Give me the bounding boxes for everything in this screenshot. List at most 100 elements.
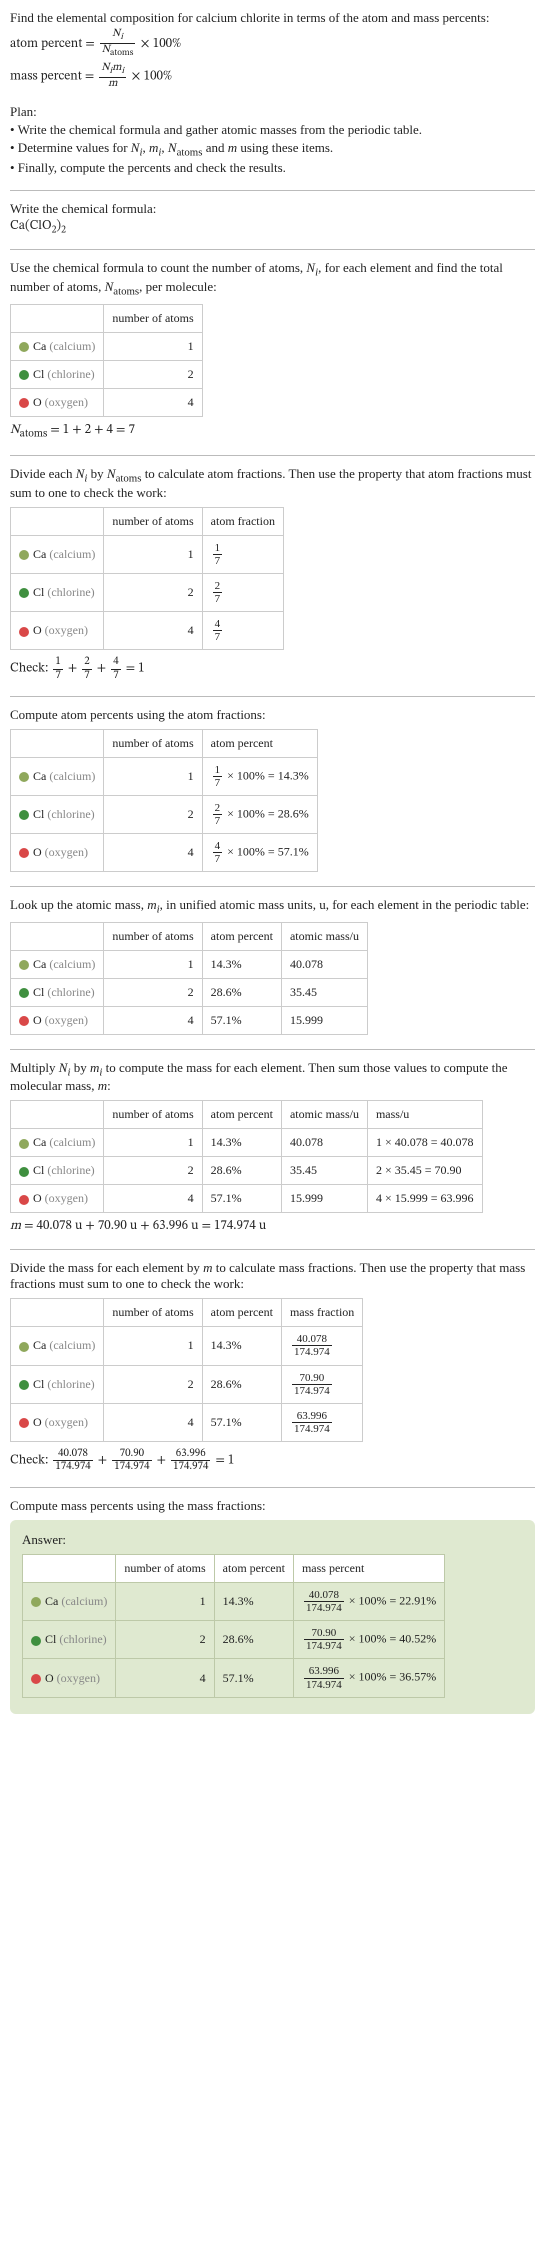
final-section: Compute mass percents using the mass fra… xyxy=(10,1498,535,1714)
el-symbol: Ca xyxy=(33,339,46,353)
cell-pct: 47 × 100% = 57.1% xyxy=(202,833,317,871)
table-row: Cl (chlorine) 2 28.6% 35.45 2 × 35.45 = … xyxy=(11,1157,483,1185)
atomic-mass-section: Look up the atomic mass, mi, in unified … xyxy=(10,897,535,1035)
divider xyxy=(10,886,535,887)
table-row: Cl (chlorine) 2 27 × 100% = 28.6% xyxy=(11,795,318,833)
cell-element: Cl (chlorine) xyxy=(23,1621,116,1659)
answer-table: number of atomsatom percentmass percent … xyxy=(22,1554,445,1698)
formula-heading: Write the chemical formula: xyxy=(10,201,535,217)
cell-count: 1 xyxy=(104,535,202,573)
el-name: (calcium) xyxy=(49,547,95,561)
table-header-row: number of atomsatom percentmass fraction xyxy=(11,1299,363,1327)
dot-icon xyxy=(19,370,29,380)
cell-count: 2 xyxy=(104,360,202,388)
th-num-atoms: number of atoms xyxy=(104,304,202,332)
table-row: O (oxygen) 4 57.1% 15.999 4 × 15.999 = 6… xyxy=(11,1185,483,1213)
count-section: Use the chemical formula to count the nu… xyxy=(10,260,535,441)
plan-b2-a: • Determine values for xyxy=(10,140,131,155)
cell-element: O (oxygen) xyxy=(23,1659,116,1697)
check-label: Check: xyxy=(10,663,48,676)
cell-element: Cl (chlorine) xyxy=(11,360,104,388)
frac-den: 7 xyxy=(213,555,223,567)
el-name: (chlorine) xyxy=(47,585,94,599)
plan-bullet-3: • Finally, compute the percents and chec… xyxy=(10,160,535,176)
table-row: O (oxygen) 4 xyxy=(11,388,203,416)
formula-section: Write the chemical formula: Ca(ClO2)2 xyxy=(10,201,535,235)
cell-mass-pct: 70.90174.974 × 100% = 40.52% xyxy=(293,1621,444,1659)
el-symbol: O xyxy=(33,623,42,637)
table-row: Cl (chlorine) 2 27 xyxy=(11,574,284,612)
intro-text: Find the elemental composition for calci… xyxy=(10,10,535,26)
cell-element: Ca (calcium) xyxy=(11,1327,104,1365)
cell-frac: 17 xyxy=(202,535,283,573)
plan-b2-b: using these items. xyxy=(237,140,333,155)
mass-calc-table: number of atomsatom percentatomic mass/u… xyxy=(10,1100,483,1213)
answer-label: Answer: xyxy=(22,1532,523,1548)
times-100-b: × 100% xyxy=(131,70,172,83)
cell-frac: 40.078174.974 xyxy=(281,1327,362,1365)
table-header-row: number of atomsatom percentatomic mass/u xyxy=(11,922,368,950)
dot-icon xyxy=(19,772,29,782)
intro-section: Find the elemental composition for calci… xyxy=(10,10,535,90)
atom-fraction-table: number of atoms atom fraction Ca (calciu… xyxy=(10,507,284,651)
atom-pct-text: Compute atom percents using the atom fra… xyxy=(10,707,535,723)
cell-element: Cl (chlorine) xyxy=(11,1365,104,1403)
cell-element: O (oxygen) xyxy=(11,1006,104,1034)
plan-bullet-2: • Determine values for Ni, mi, Natoms an… xyxy=(10,140,535,159)
cell-element: O (oxygen) xyxy=(11,612,104,650)
table-header-row: number of atomsatom percent xyxy=(11,729,318,757)
dot-icon xyxy=(31,1636,41,1646)
answer-block: Answer: number of atomsatom percentmass … xyxy=(10,1520,535,1714)
cell-element: Ca (calcium) xyxy=(11,950,104,978)
table-row: Ca (calcium) 1 17 × 100% = 14.3% xyxy=(11,757,318,795)
mass-percent-frac: Nimi m xyxy=(99,62,126,90)
atom-fraction-section: Divide each Ni by Natoms to calculate at… xyxy=(10,466,535,681)
table-header-row: number of atomsatom percentmass percent xyxy=(23,1555,445,1583)
count-c: , per molecule: xyxy=(139,279,217,294)
th-blank xyxy=(11,304,104,332)
cell-frac: 47 xyxy=(202,612,283,650)
cell-frac: 63.996174.974 xyxy=(281,1403,362,1441)
cell-count: 4 xyxy=(104,833,202,871)
dot-icon xyxy=(19,1195,29,1205)
cell-pct: 27 × 100% = 28.6% xyxy=(202,795,317,833)
cell-count: 4 xyxy=(104,612,202,650)
cell-mass-pct: 40.078174.974 × 100% = 22.91% xyxy=(293,1583,444,1621)
divider xyxy=(10,190,535,191)
dot-icon xyxy=(31,1674,41,1684)
table-header-row: number of atoms xyxy=(11,304,203,332)
dot-icon xyxy=(19,810,29,820)
cell-element: Cl (chlorine) xyxy=(11,795,104,833)
cell-count: 2 xyxy=(104,574,202,612)
el-symbol: Cl xyxy=(33,367,44,381)
table-row: Cl (chlorine) 2 xyxy=(11,360,203,388)
cell-count: 1 xyxy=(104,332,202,360)
plan-heading: Plan: xyxy=(10,104,535,120)
mass-fraction-table: number of atomsatom percentmass fraction… xyxy=(10,1298,363,1442)
dot-icon xyxy=(19,1139,29,1149)
th-num-atoms: number of atoms xyxy=(104,507,202,535)
final-text: Compute mass percents using the mass fra… xyxy=(10,1498,535,1514)
cell-pct: 17 × 100% = 14.3% xyxy=(202,757,317,795)
dot-icon xyxy=(19,848,29,858)
dot-icon xyxy=(19,550,29,560)
mass-percent-lhs: mass percent = xyxy=(10,70,94,83)
dot-icon xyxy=(19,1167,29,1177)
dot-icon xyxy=(31,1597,41,1607)
frac-num: 2 xyxy=(213,580,223,593)
cell-frac: 27 xyxy=(202,574,283,612)
formula-ca: Ca(ClO xyxy=(10,220,52,233)
cell-frac: 70.90174.974 xyxy=(281,1365,362,1403)
count-text: Use the chemical formula to count the nu… xyxy=(10,260,535,297)
cell-element: Ca (calcium) xyxy=(11,535,104,573)
atom-percent-table: number of atomsatom percent Ca (calcium)… xyxy=(10,729,318,873)
mass-fraction-section: Divide the mass for each element by m to… xyxy=(10,1260,535,1473)
table-header-row: number of atoms atom fraction xyxy=(11,507,284,535)
th-num-atoms: number of atoms xyxy=(104,729,202,757)
cell-mass-pct: 63.996174.974 × 100% = 36.57% xyxy=(293,1659,444,1697)
table-row: Ca (calcium) 1 14.3% 40.078 1 × 40.078 =… xyxy=(11,1129,483,1157)
count-a: Use the chemical formula to count the nu… xyxy=(10,260,306,275)
cell-element: O (oxygen) xyxy=(11,1403,104,1441)
table-row: O (oxygen) 4 47 × 100% = 57.1% xyxy=(11,833,318,871)
cell-count: 1 xyxy=(104,757,202,795)
